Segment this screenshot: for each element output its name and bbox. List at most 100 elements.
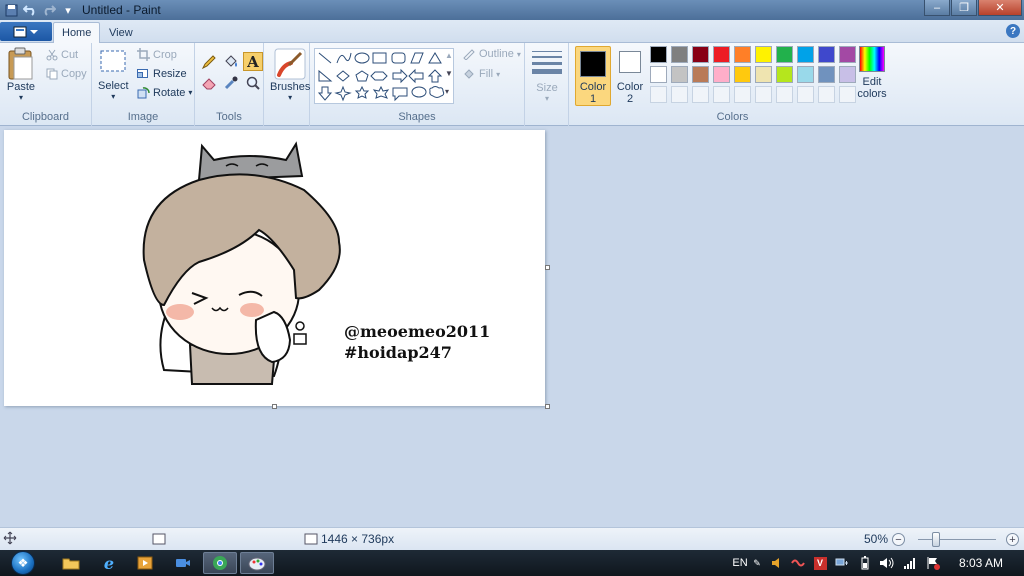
palette-custom-slot[interactable] <box>776 86 793 103</box>
palette-swatch[interactable] <box>734 46 751 63</box>
palette-custom-slot[interactable] <box>692 86 709 103</box>
media-player-icon[interactable] <box>128 552 162 574</box>
edit-colors-button[interactable]: Edit colors <box>855 46 889 106</box>
palette-custom-slot[interactable] <box>671 86 688 103</box>
palette-swatch[interactable] <box>692 46 709 63</box>
fill-bucket-icon[interactable] <box>221 52 241 71</box>
network-tray-icon[interactable] <box>834 554 850 572</box>
scissors-icon <box>46 49 58 61</box>
speaker-app-icon[interactable] <box>770 554 784 572</box>
crop-button[interactable]: Crop <box>137 48 177 61</box>
action-center-flag-icon[interactable] <box>924 554 942 572</box>
tab-home[interactable]: Home <box>53 22 101 43</box>
color-picker-icon[interactable] <box>221 73 241 92</box>
battery-icon[interactable] <box>858 554 872 572</box>
tab-view[interactable]: View <box>101 22 141 43</box>
palette-swatch[interactable] <box>797 66 814 83</box>
file-explorer-icon[interactable] <box>54 552 88 574</box>
save-icon[interactable] <box>3 2 19 18</box>
select-button[interactable]: Select ▾ <box>98 49 129 101</box>
cursor-position-icon <box>3 531 17 548</box>
fill-button[interactable]: Fill ▾ <box>462 68 500 80</box>
palette-custom-slot[interactable] <box>650 86 667 103</box>
palette-custom-slot[interactable] <box>797 86 814 103</box>
palette-swatch[interactable] <box>839 66 856 83</box>
gallery-scroll-up-icon[interactable]: ▲ <box>445 51 453 60</box>
customize-dropdown-icon[interactable]: ▾ <box>60 2 76 18</box>
language-options-icon[interactable]: ✎ <box>751 554 763 572</box>
color-1-label: Color <box>579 81 607 93</box>
palette-swatch[interactable] <box>713 46 730 63</box>
eraser-icon[interactable] <box>199 73 219 92</box>
ribbon-tab-row: Home View ? <box>0 20 1024 43</box>
language-indicator[interactable]: EN <box>731 554 749 572</box>
palette-swatch[interactable] <box>692 66 709 83</box>
antivirus-tray-icon[interactable] <box>790 554 806 572</box>
palette-custom-slot[interactable] <box>839 86 856 103</box>
palette-custom-slot[interactable] <box>713 86 730 103</box>
drawing-canvas[interactable]: @meoemeo2011 #hoidap247 <box>4 130 545 406</box>
palette-swatch[interactable] <box>713 66 730 83</box>
palette-swatch[interactable] <box>734 66 751 83</box>
palette-swatch[interactable] <box>755 66 772 83</box>
paint-menu-button[interactable] <box>0 22 52 41</box>
gallery-more-icon[interactable]: ▾ <box>445 87 449 96</box>
resize-handle-bottom[interactable] <box>272 404 277 409</box>
wifi-signal-icon[interactable] <box>902 554 918 572</box>
palette-swatch[interactable] <box>797 46 814 63</box>
palette-custom-slot[interactable] <box>818 86 835 103</box>
v-app-tray-icon[interactable]: V <box>812 554 828 572</box>
palette-swatch[interactable] <box>650 66 667 83</box>
text-tool-icon[interactable]: A <box>243 52 263 71</box>
size-button[interactable]: Size ▾ <box>531 49 563 103</box>
palette-swatch[interactable] <box>671 46 688 63</box>
pencil-icon[interactable] <box>199 52 219 71</box>
palette-swatch[interactable] <box>776 66 793 83</box>
zoom-slider-thumb[interactable] <box>931 532 940 547</box>
cut-button[interactable]: Cut <box>46 49 78 61</box>
start-button[interactable]: ❖ <box>6 550 40 576</box>
color-1-button[interactable]: Color 1 <box>575 46 611 106</box>
minimize-button[interactable]: – <box>924 0 950 16</box>
outline-dropdown-icon: ▾ <box>516 49 521 59</box>
brushes-button[interactable]: Brushes ▾ <box>270 47 310 102</box>
close-button[interactable]: ✕ <box>978 0 1022 16</box>
palette-swatch[interactable] <box>818 46 835 63</box>
palette-swatch[interactable] <box>755 46 772 63</box>
palette-custom-slot[interactable] <box>755 86 772 103</box>
magnifier-icon[interactable] <box>243 73 263 92</box>
zoom-out-button[interactable]: − <box>892 533 905 546</box>
video-app-icon[interactable] <box>166 552 200 574</box>
copy-label: Copy <box>61 68 87 80</box>
undo-icon[interactable] <box>22 2 38 18</box>
resize-handle-right[interactable] <box>545 265 550 270</box>
palette-swatch[interactable] <box>839 46 856 63</box>
resize-button[interactable]: Resize <box>137 67 187 80</box>
palette-swatch[interactable] <box>671 66 688 83</box>
cut-label: Cut <box>61 49 79 61</box>
palette-custom-slot[interactable] <box>734 86 751 103</box>
volume-icon[interactable] <box>878 554 896 572</box>
clock[interactable]: 8:03 AM <box>952 554 1010 572</box>
canvas-workspace[interactable]: @meoemeo2011 #hoidap247 <box>0 126 1024 527</box>
shapes-gallery[interactable] <box>314 48 454 104</box>
rotate-button[interactable]: Rotate ▾ <box>137 86 192 99</box>
help-icon[interactable]: ? <box>1006 24 1020 38</box>
copy-button[interactable]: Copy <box>46 68 87 80</box>
paste-button[interactable]: Paste ▾ <box>6 47 36 102</box>
internet-explorer-icon[interactable]: e <box>92 552 126 574</box>
palette-swatch[interactable] <box>776 46 793 63</box>
zoom-in-button[interactable]: + <box>1006 533 1019 546</box>
size-dropdown-icon: ▾ <box>544 94 549 103</box>
outline-button[interactable]: Outline ▾ <box>462 48 521 60</box>
palette-swatch[interactable] <box>818 66 835 83</box>
color-2-button[interactable]: Color 2 <box>613 46 647 106</box>
gallery-scroll-down-icon[interactable]: ▼ <box>445 69 453 78</box>
palette-swatch[interactable] <box>650 46 667 63</box>
redo-icon[interactable] <box>41 2 57 18</box>
restore-button[interactable]: ❐ <box>951 0 977 16</box>
chrome-icon[interactable] <box>203 552 237 574</box>
resize-handle-corner[interactable] <box>545 404 550 409</box>
zoom-slider-track[interactable] <box>918 539 996 540</box>
paint-taskbar-icon[interactable] <box>240 552 274 574</box>
